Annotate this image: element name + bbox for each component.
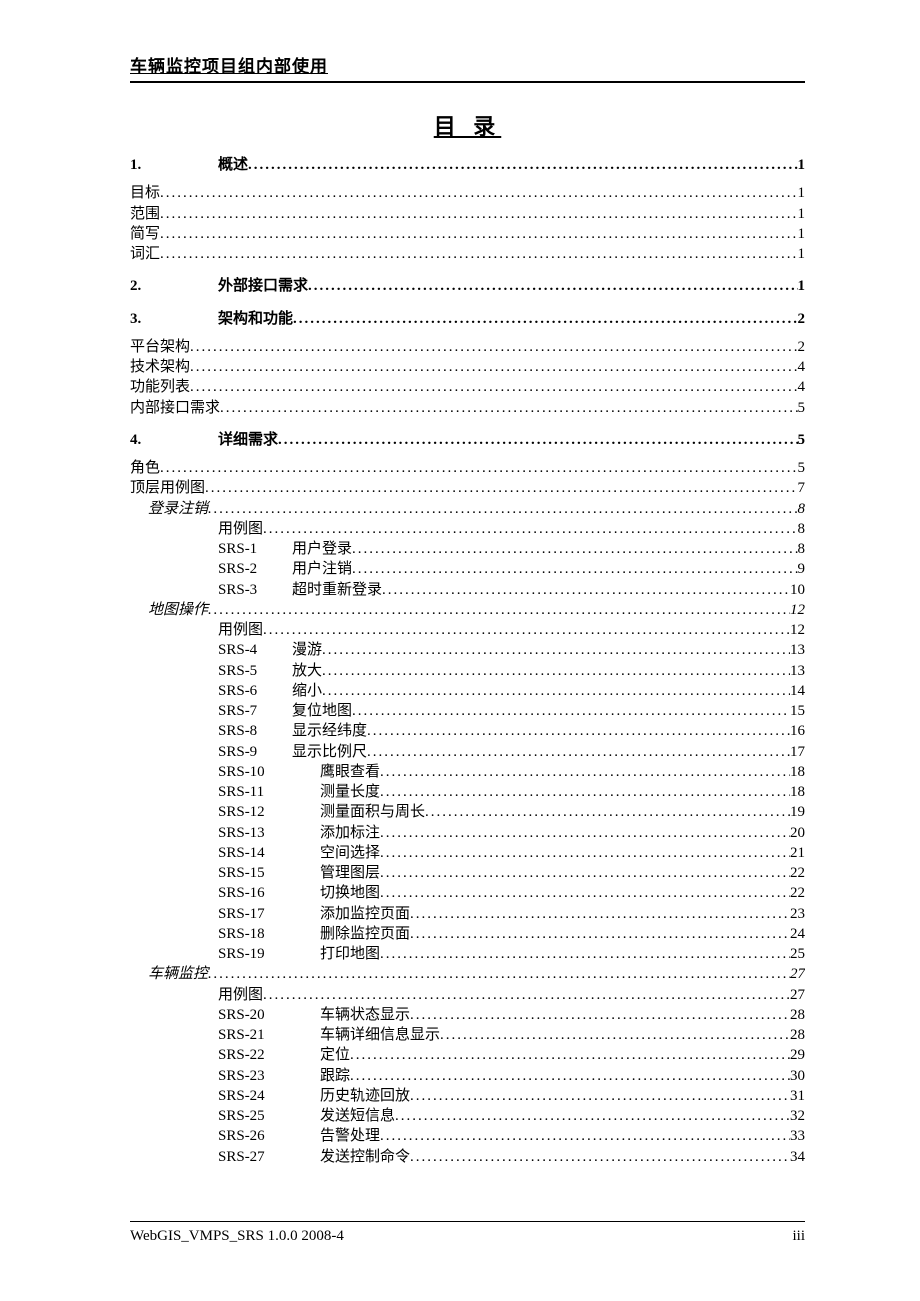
toc-entry: SRS-23跟踪30 [130, 1066, 805, 1086]
page-header: 车辆监控项目组内部使用 [130, 52, 805, 83]
toc-entry: SRS-4漫游13 [130, 640, 805, 660]
toc-entry: 目标1 [130, 183, 805, 203]
toc-entry: 1.概述1 [130, 155, 805, 175]
toc-entry: SRS-19打印地图25 [130, 944, 805, 964]
toc-entry: 用例图27 [130, 985, 805, 1005]
toc-entry: SRS-12测量面积与周长19 [130, 802, 805, 822]
toc-group: 登录注销8 [130, 499, 805, 519]
toc-entry: SRS-25发送短信息32 [130, 1106, 805, 1126]
toc-entry: 词汇1 [130, 244, 805, 264]
toc-entry: SRS-1用户登录8 [130, 539, 805, 559]
header-text: 车辆监控项目组内部使用 [130, 57, 328, 76]
toc-entry: 技术架构4 [130, 357, 805, 377]
table-of-contents: 1.概述1 目标1 范围1 简写1 词汇1 2.外部接口需求1 3.架构和功能2… [130, 155, 805, 1167]
toc-entry: 用例图8 [130, 519, 805, 539]
toc-entry: SRS-9显示比例尺17 [130, 742, 805, 762]
toc-entry: SRS-13添加标注20 [130, 823, 805, 843]
toc-group: 车辆监控27 [130, 964, 805, 984]
toc-entry: SRS-16切换地图22 [130, 883, 805, 903]
footer-left: WebGIS_VMPS_SRS 1.0.0 2008-4 [130, 1228, 344, 1245]
toc-entry: 平台架构2 [130, 337, 805, 357]
toc-entry: 角色5 [130, 458, 805, 478]
toc-group: 地图操作12 [130, 600, 805, 620]
toc-title: 目 录 [130, 109, 805, 141]
toc-entry: SRS-15管理图层22 [130, 863, 805, 883]
toc-entry: SRS-22定位29 [130, 1045, 805, 1065]
toc-entry: SRS-17添加监控页面23 [130, 904, 805, 924]
page-footer: WebGIS_VMPS_SRS 1.0.0 2008-4 iii [130, 1221, 805, 1245]
toc-entry: SRS-11测量长度18 [130, 782, 805, 802]
toc-entry: SRS-20车辆状态显示28 [130, 1005, 805, 1025]
footer-page-number: iii [792, 1228, 805, 1245]
toc-entry: SRS-8显示经纬度16 [130, 721, 805, 741]
toc-entry: 4.详细需求5 [130, 430, 805, 450]
toc-entry: 功能列表4 [130, 377, 805, 397]
toc-entry: 简写1 [130, 224, 805, 244]
toc-entry: SRS-3超时重新登录10 [130, 580, 805, 600]
toc-entry: SRS-18删除监控页面24 [130, 924, 805, 944]
toc-entry: SRS-21车辆详细信息显示28 [130, 1025, 805, 1045]
toc-entry: SRS-7复位地图15 [130, 701, 805, 721]
toc-entry: SRS-14空间选择21 [130, 843, 805, 863]
toc-entry: SRS-10鹰眼查看18 [130, 762, 805, 782]
toc-entry: SRS-24历史轨迹回放31 [130, 1086, 805, 1106]
toc-entry: 2.外部接口需求1 [130, 276, 805, 296]
toc-entry: SRS-2用户注销9 [130, 559, 805, 579]
toc-entry: SRS-26告警处理33 [130, 1126, 805, 1146]
toc-entry: 3.架构和功能2 [130, 309, 805, 329]
toc-entry: 顶层用例图7 [130, 478, 805, 498]
toc-entry: SRS-5放大13 [130, 661, 805, 681]
toc-entry: 用例图12 [130, 620, 805, 640]
toc-entry: SRS-27发送控制命令34 [130, 1147, 805, 1167]
toc-entry: 内部接口需求5 [130, 398, 805, 418]
toc-entry: SRS-6缩小14 [130, 681, 805, 701]
toc-entry: 范围1 [130, 204, 805, 224]
